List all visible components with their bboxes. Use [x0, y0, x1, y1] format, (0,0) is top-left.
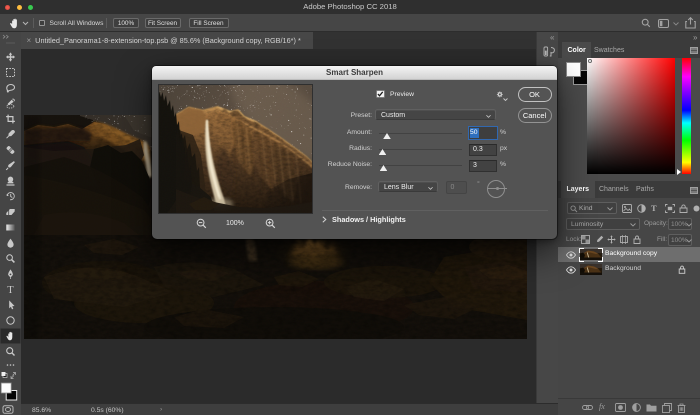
svg-text:T: T — [7, 285, 14, 296]
